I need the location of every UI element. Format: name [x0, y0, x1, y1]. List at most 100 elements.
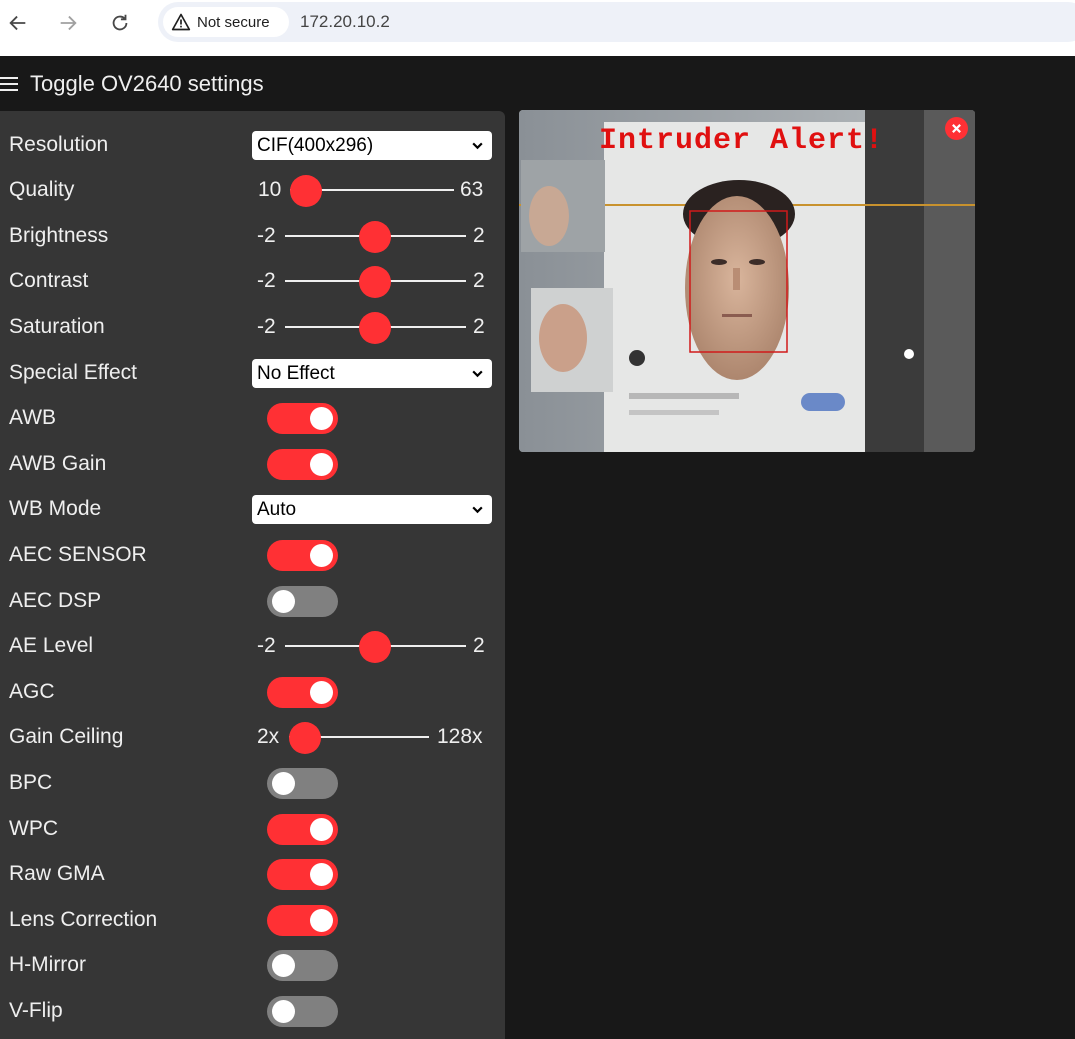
reload-icon[interactable] [106, 9, 134, 37]
aec-sensor-row: AEC SENSOR [0, 535, 505, 575]
agc-label: AGC [9, 680, 55, 703]
toggle-knob [310, 681, 333, 704]
back-arrow-icon[interactable] [4, 9, 32, 37]
settings-toggle[interactable]: Toggle OV2640 settings [0, 66, 264, 102]
bpc-toggle[interactable] [267, 768, 338, 799]
bpc-label: BPC [9, 771, 53, 794]
brightness-row: Brightness -2 2 [0, 216, 505, 256]
toggle-knob [310, 544, 333, 567]
aec-dsp-label: AEC DSP [9, 589, 102, 612]
gain-ceiling-max: 128x [437, 725, 483, 748]
aec-sensor-toggle[interactable] [267, 540, 338, 571]
quality-slider[interactable]: 10 63 [0, 170, 505, 210]
contrast-slider[interactable]: -2 2 [0, 261, 505, 301]
wb-mode-select[interactable]: Auto [252, 495, 492, 524]
hamburger-icon[interactable] [0, 77, 18, 91]
resolution-label: Resolution [9, 133, 109, 156]
wb-mode-value: Auto [257, 499, 297, 520]
lens-correction-toggle[interactable] [267, 905, 338, 936]
resolution-value: CIF(400x296) [257, 135, 374, 156]
ae-level-thumb[interactable] [359, 631, 391, 663]
contrast-max: 2 [473, 269, 485, 292]
address-bar[interactable] [158, 2, 1075, 42]
special-effect-row: Special Effect No Effect [0, 353, 505, 393]
toggle-knob [272, 1000, 295, 1023]
awb-gain-toggle[interactable] [267, 449, 338, 480]
gain-ceiling-thumb[interactable] [289, 722, 321, 754]
toggle-knob [310, 407, 333, 430]
awb-row: AWB [0, 398, 505, 438]
ae-level-max: 2 [473, 634, 485, 657]
close-stream-button[interactable] [945, 117, 968, 140]
gain-ceiling-row: Gain Ceiling 2x 128x [0, 717, 505, 757]
special-effect-label: Special Effect [9, 361, 138, 384]
h-mirror-toggle[interactable] [267, 950, 338, 981]
forward-arrow-icon[interactable] [54, 9, 82, 37]
gain-ceiling-slider[interactable]: 2x 128x [0, 717, 505, 757]
intruder-alert-text: Intruder Alert! [599, 124, 885, 158]
resolution-select[interactable]: CIF(400x296) [252, 131, 492, 160]
awb-toggle[interactable] [267, 403, 338, 434]
gain-ceiling-min: 2x [257, 725, 280, 748]
ae-level-slider[interactable]: -2 2 [0, 626, 505, 666]
contrast-thumb[interactable] [359, 266, 391, 298]
security-indicator[interactable]: Not secure [163, 7, 289, 37]
saturation-slider[interactable]: -2 2 [0, 307, 505, 347]
toggle-knob [272, 590, 295, 613]
aec-dsp-toggle[interactable] [267, 586, 338, 617]
security-label: Not secure [197, 13, 270, 31]
contrast-row: Contrast -2 2 [0, 261, 505, 301]
quality-min: 10 [258, 178, 282, 201]
brightness-thumb[interactable] [359, 221, 391, 253]
lens-correction-label: Lens Correction [9, 908, 158, 931]
chevron-down-icon [472, 142, 483, 150]
resolution-row: Resolution CIF(400x296) [0, 125, 505, 165]
wpc-label: WPC [9, 817, 58, 840]
aec-sensor-label: AEC SENSOR [9, 543, 147, 566]
brightness-slider[interactable]: -2 2 [0, 216, 505, 256]
awb-label: AWB [9, 406, 57, 429]
close-icon [952, 124, 961, 133]
special-effect-select[interactable]: No Effect [252, 359, 492, 388]
awb-gain-label: AWB Gain [9, 452, 107, 475]
warning-icon [171, 13, 191, 31]
toggle-knob [272, 954, 295, 977]
settings-panel: Resolution CIF(400x296) Quality 10 63 Br… [0, 111, 505, 1039]
v-flip-toggle[interactable] [267, 996, 338, 1027]
toggle-knob [310, 863, 333, 886]
quality-max: 63 [460, 178, 484, 201]
saturation-thumb[interactable] [359, 312, 391, 344]
raw-gma-toggle[interactable] [267, 859, 338, 890]
brightness-min: -2 [257, 224, 276, 247]
raw-gma-row: Raw GMA [0, 854, 505, 894]
chevron-down-icon [472, 506, 483, 514]
aec-dsp-row: AEC DSP [0, 581, 505, 621]
wpc-toggle[interactable] [267, 814, 338, 845]
settings-toggle-label[interactable]: Toggle OV2640 settings [30, 71, 264, 97]
brightness-max: 2 [473, 224, 485, 247]
toggle-knob [310, 818, 333, 841]
agc-toggle[interactable] [267, 677, 338, 708]
toggle-knob [310, 453, 333, 476]
toolbar-divider [0, 46, 1075, 56]
bpc-row: BPC [0, 763, 505, 803]
v-flip-label: V-Flip [9, 999, 63, 1022]
camera-stream: Intruder Alert! [519, 110, 975, 452]
saturation-max: 2 [473, 315, 485, 338]
toggle-knob [310, 909, 333, 932]
url-text[interactable]: 172.20.10.2 [300, 12, 390, 32]
h-mirror-row: H-Mirror [0, 945, 505, 985]
saturation-row: Saturation -2 2 [0, 307, 505, 347]
wb-mode-row: WB Mode Auto [0, 489, 505, 529]
lens-correction-row: Lens Correction [0, 900, 505, 940]
wb-mode-label: WB Mode [9, 497, 102, 520]
awb-gain-row: AWB Gain [0, 444, 505, 484]
saturation-min: -2 [257, 315, 276, 338]
agc-row: AGC [0, 672, 505, 712]
ae-level-min: -2 [257, 634, 276, 657]
wpc-row: WPC [0, 809, 505, 849]
quality-thumb[interactable] [290, 175, 322, 207]
contrast-min: -2 [257, 269, 276, 292]
raw-gma-label: Raw GMA [9, 862, 105, 885]
h-mirror-label: H-Mirror [9, 953, 86, 976]
